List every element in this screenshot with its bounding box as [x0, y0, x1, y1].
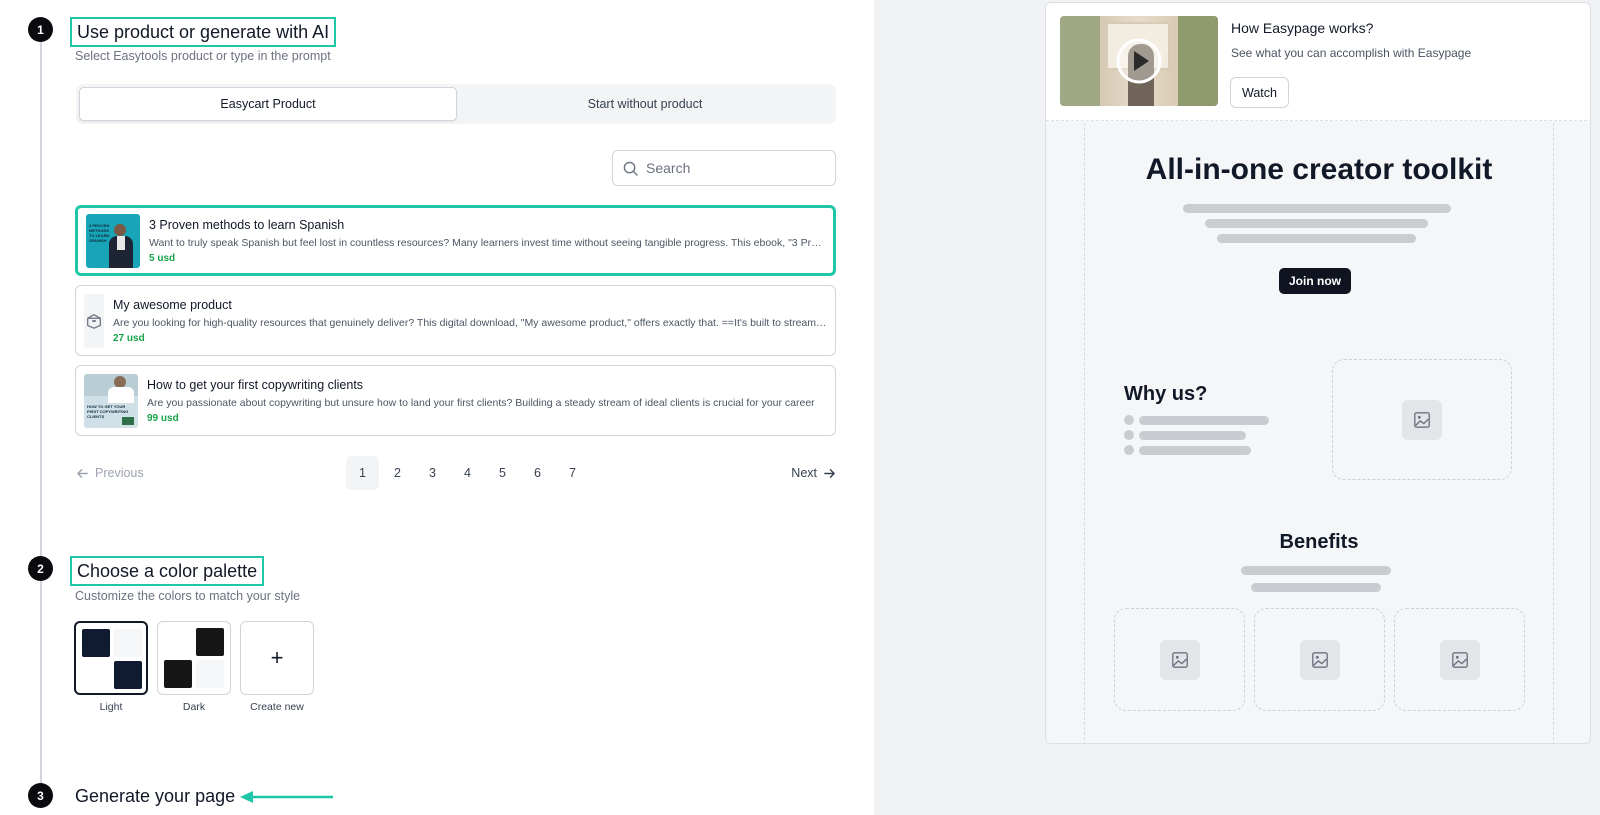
product-price: 99 usd: [147, 412, 179, 424]
page-3-button[interactable]: 3: [416, 456, 449, 490]
palette-create-new[interactable]: + Create new: [240, 621, 314, 713]
palette-dark-swatch: [157, 621, 231, 695]
bullet-dot: [1124, 430, 1134, 440]
image-icon: [1311, 651, 1328, 668]
bullet-dot: [1124, 445, 1134, 455]
step-2-title: Choose a color palette: [70, 556, 265, 586]
why-us-heading: Why us?: [1124, 383, 1208, 405]
video-title: How Easypage works?: [1231, 20, 1374, 36]
tab-easycart-product[interactable]: Easycart Product: [79, 87, 457, 121]
product-thumbnail: 3 PROVEN METHODS TO LEARN SPANISH: [86, 213, 140, 268]
palette-light-swatch: [74, 621, 148, 695]
product-description: Want to truly speak Spanish but feel los…: [149, 236, 825, 249]
image-icon: [1414, 411, 1430, 428]
video-thumbnail[interactable]: [1060, 16, 1218, 106]
page-5-button[interactable]: 5: [486, 456, 519, 490]
watch-button[interactable]: Watch: [1230, 77, 1289, 108]
product-item-awesome[interactable]: My awesome product Are you looking for h…: [75, 285, 836, 356]
text-placeholder-line: [1183, 204, 1451, 213]
hero-title: All-in-one creator toolkit: [1145, 153, 1493, 186]
step-1-subtitle: Select Easytools product or type in the …: [75, 49, 331, 63]
page-6-button[interactable]: 6: [521, 456, 554, 490]
step-3-title: Generate your page: [75, 786, 236, 806]
product-item-copywriting[interactable]: HOW TO GET YOUR FIRST COPYWRITING CLIENT…: [75, 365, 836, 436]
product-description: Are you passionate about copywriting but…: [147, 396, 815, 409]
image-placeholder: [1114, 608, 1245, 711]
arrow-left-icon: [77, 468, 88, 478]
text-placeholder-line: [1251, 583, 1381, 592]
image-icon: [1451, 651, 1468, 668]
image-placeholder: [1332, 359, 1512, 480]
previous-label: Previous: [95, 466, 144, 480]
product-search: [612, 150, 836, 186]
page-numbers: 1 2 3 4 5 6 7: [346, 456, 589, 490]
page-preview: How Easypage works? See what you can acc…: [1045, 2, 1591, 744]
previous-page-button[interactable]: Previous: [76, 456, 144, 490]
step-1-title: Use product or generate with AI: [70, 17, 337, 47]
page-7-button[interactable]: 7: [556, 456, 589, 490]
image-placeholder: [1254, 608, 1385, 711]
step-3-badge: 3: [28, 783, 53, 808]
bullet-dot: [1124, 415, 1134, 425]
image-icon: [1171, 651, 1188, 668]
product-name: 3 Proven methods to learn Spanish: [149, 217, 345, 232]
arrow-right-icon: [824, 468, 835, 478]
text-placeholder-line: [1139, 431, 1246, 440]
text-placeholder-line: [1205, 219, 1428, 228]
benefits-heading: Benefits: [1279, 531, 1359, 553]
join-now-button[interactable]: Join now: [1279, 268, 1351, 294]
product-description: Are you looking for high-quality resourc…: [113, 316, 827, 329]
text-placeholder-line: [1139, 446, 1251, 455]
palette-label: Dark: [182, 701, 206, 713]
product-price: 27 usd: [113, 332, 145, 344]
arrow-left-icon: [240, 791, 333, 803]
thumbnail-text: 3 PROVEN METHODS TO LEARN SPANISH: [89, 222, 110, 243]
palette-label: Create new: [250, 701, 304, 713]
text-placeholder-line: [1217, 234, 1416, 243]
step-2-subtitle: Customize the colors to match your style: [75, 589, 301, 603]
video-card: How Easypage works? See what you can acc…: [1046, 3, 1590, 121]
search-icon: [623, 161, 638, 176]
step-timeline: [40, 30, 42, 795]
product-name: My awesome product: [113, 297, 232, 312]
product-placeholder: [84, 293, 104, 348]
search-input[interactable]: [646, 160, 816, 176]
box-icon: [87, 313, 101, 329]
text-placeholder-line: [1241, 566, 1391, 575]
next-page-button[interactable]: Next: [791, 456, 836, 490]
palette-dark[interactable]: Dark: [157, 621, 231, 713]
palette-options: Light Dark + Create new: [74, 621, 314, 713]
tab-start-without-product[interactable]: Start without product: [457, 87, 833, 121]
page-1-button[interactable]: 1: [346, 456, 379, 490]
next-label: Next: [791, 466, 817, 480]
product-thumbnail: HOW TO GET YOUR FIRST COPYWRITING CLIENT…: [84, 373, 138, 428]
text-placeholder-line: [1139, 416, 1269, 425]
page-4-button[interactable]: 4: [451, 456, 484, 490]
page-2-button[interactable]: 2: [381, 456, 414, 490]
palette-label: Light: [99, 701, 123, 713]
palette-light[interactable]: Light: [74, 621, 148, 713]
preview-panel: How Easypage works? See what you can acc…: [874, 0, 1600, 815]
step-2-badge: 2: [28, 556, 53, 581]
step-1-badge: 1: [28, 17, 53, 42]
image-placeholder: [1394, 608, 1525, 711]
pagination: Previous 1 2 3 4 5 6 7 Next: [76, 456, 836, 490]
setup-panel: 1 Use product or generate with AI Select…: [0, 0, 874, 815]
product-item-spanish[interactable]: 3 PROVEN METHODS TO LEARN SPANISH 3 Prov…: [75, 205, 836, 276]
source-toggle: Easycart Product Start without product: [76, 84, 836, 124]
product-price: 5 usd: [149, 252, 176, 264]
create-palette-box: +: [240, 621, 314, 695]
video-subtitle: See what you can accomplish with Easypag…: [1231, 46, 1472, 60]
plus-icon: +: [270, 645, 284, 670]
product-name: How to get your first copywriting client…: [147, 377, 364, 392]
play-icon: [1116, 38, 1162, 84]
